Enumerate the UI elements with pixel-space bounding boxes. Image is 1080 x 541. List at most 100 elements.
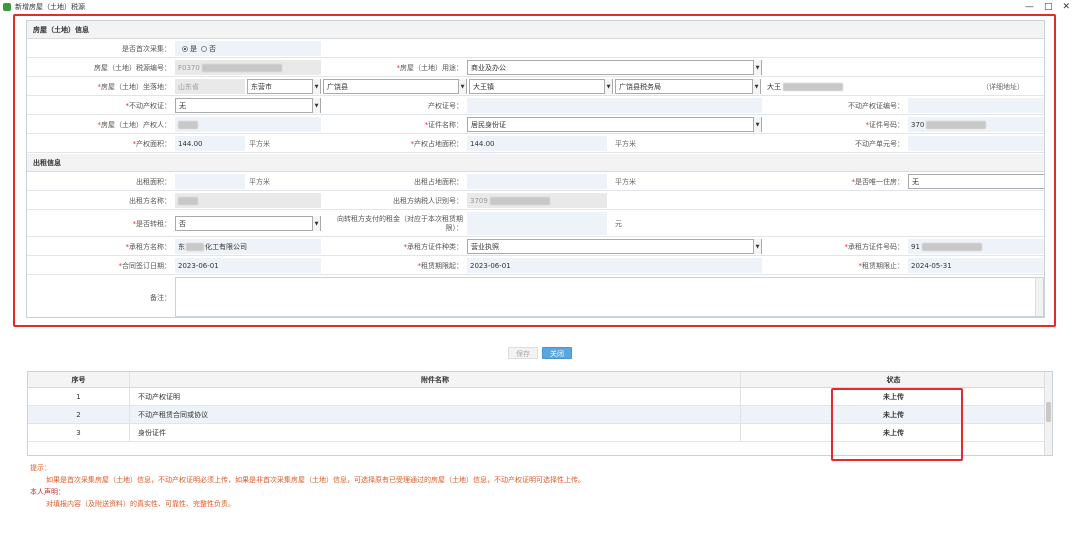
declare-title: 本人声明： — [30, 488, 65, 496]
chevron-down-icon[interactable]: ▼ — [312, 216, 320, 231]
form-highlight-frame: 房屋（土地）信息 是否首次采集： 是 否 房屋（土地）税源编号： F0370 *… — [13, 14, 1056, 327]
chevron-down-icon[interactable]: ▼ — [604, 79, 612, 94]
location-town-select[interactable]: 大王镇 ▼ — [469, 79, 613, 94]
location-city-select[interactable]: 东营市 ▼ — [247, 79, 321, 94]
redacted-block — [178, 196, 198, 205]
location-town-value: 大王镇 — [473, 82, 494, 91]
window-title: 新增房屋（土地）税源 — [15, 2, 85, 11]
cell-no: 1 — [28, 388, 130, 405]
land-area-unit: 平方米 — [615, 139, 636, 148]
lease-area-unit: 平方米 — [249, 177, 270, 186]
scrollbar-thumb[interactable] — [1046, 402, 1051, 422]
status-highlight-frame — [831, 388, 963, 461]
location-detail-value: 大王 — [767, 82, 781, 91]
only-house-label: * 是否唯一住房： — [851, 177, 905, 186]
id-no-label: * 证件号码： — [865, 120, 905, 129]
unit-no-label: 不动产单元号： — [855, 139, 904, 148]
close-button[interactable]: 关闭 — [542, 347, 572, 359]
row-sublet: * 是否转租： 否 ▼ 向转租方支付的租金（对应于本次租赁期限）： 元 — [27, 211, 1044, 237]
only-house-select[interactable]: 无 ▼ — [908, 174, 1044, 189]
contract-date-value: 2023-06-01 — [178, 261, 219, 270]
ownership-cert-input[interactable] — [467, 98, 762, 113]
maximize-icon[interactable]: □ — [1044, 2, 1053, 12]
location-label: * 房屋（土地）坐落地： — [97, 82, 172, 91]
lease-end-label: * 租赁期限止： — [858, 261, 905, 270]
save-button[interactable]: 保存 — [508, 347, 538, 359]
row-remark: 备注： — [27, 276, 1044, 317]
location-detail-input[interactable]: 大王 — [764, 79, 974, 94]
chevron-down-icon[interactable]: ▼ — [753, 60, 761, 75]
lease-area-label: 出租面积： — [136, 177, 171, 186]
chevron-down-icon[interactable]: ▼ — [753, 117, 761, 132]
row-area: * 产权面积： 144.00 平方米 * 产权占地面积： 144.00 平方米 不动… — [27, 135, 1044, 153]
chevron-down-icon[interactable]: ▼ — [312, 98, 320, 113]
lessee-id-type-select[interactable]: 营业执照 ▼ — [467, 239, 762, 254]
col-header-no: 序号 — [28, 372, 130, 387]
lessee-id-no-value: 91 — [911, 242, 920, 251]
id-no-input[interactable]: 370 — [908, 117, 1044, 132]
chevron-down-icon[interactable]: ▼ — [753, 239, 761, 254]
close-icon[interactable]: ✕ — [1062, 2, 1070, 12]
first-collect-no-radio[interactable] — [201, 45, 207, 52]
table-header: 序号 附件名称 状态 — [28, 372, 1046, 388]
location-district-select[interactable]: 广饶县 ▼ — [323, 79, 467, 94]
lease-end-input[interactable]: 2024-05-31 — [908, 258, 1044, 273]
remark-textarea[interactable] — [175, 277, 1044, 317]
row-owner: * 房屋（土地）产权人： * 证件名称： 居民身份证 ▼ * 证件号码： 370 — [27, 116, 1044, 134]
unit-no-input[interactable] — [908, 136, 1044, 151]
remark-label: 备注： — [150, 293, 171, 302]
usage-select[interactable]: 商业及办公 ▼ — [467, 60, 762, 75]
location-city-value: 东营市 — [251, 82, 272, 91]
redacted-block — [186, 242, 204, 251]
chevron-down-icon[interactable]: ▼ — [312, 79, 320, 94]
owner-label: * 房屋（土地）产权人： — [97, 120, 172, 129]
first-collect-radios: 是 否 — [175, 41, 321, 56]
usage-value: 商业及办公 — [471, 63, 506, 72]
sublet-select[interactable]: 否 ▼ — [175, 216, 321, 231]
col-header-status: 状态 — [886, 375, 901, 384]
chevron-down-icon[interactable]: ▼ — [458, 79, 466, 94]
remark-scrollbar[interactable] — [1035, 278, 1043, 316]
location-district-value: 广饶县 — [327, 82, 348, 91]
lessee-id-no-input[interactable]: 91 — [908, 239, 1044, 254]
table-scrollbar[interactable] — [1044, 372, 1052, 455]
col-header-name: 附件名称 — [130, 372, 741, 387]
first-collect-yes-radio[interactable] — [182, 45, 188, 52]
contract-date-label: * 合同签订日期： — [118, 261, 172, 270]
declare-body: 对填报内容（及附送资料）的真实性、可靠性、完整性负责。 — [46, 500, 235, 508]
contract-date-input[interactable]: 2023-06-01 — [175, 258, 321, 273]
cert-select[interactable]: 无 ▼ — [175, 98, 321, 113]
lease-start-input[interactable]: 2023-06-01 — [467, 258, 762, 273]
lease-land-area-input[interactable] — [467, 174, 607, 189]
chevron-down-icon[interactable]: ▼ — [752, 79, 760, 94]
realestate-cert-input[interactable] — [908, 98, 1044, 113]
redacted-block — [201, 63, 282, 72]
row-lessee: * 承租方名称： 东 化工有限公司 * 承租方证件种类： 营业执照 ▼ * 承租方证件… — [27, 238, 1044, 256]
owner-input[interactable] — [175, 117, 321, 132]
lessor-taxid-label: 出租方纳税人识别号： — [393, 196, 463, 205]
row-cert: * 不动产权证： 无 ▼ 产权证号： 不动产权证编号： — [27, 97, 1044, 115]
land-area-input[interactable]: 144.00 — [467, 136, 607, 151]
area-input[interactable]: 144.00 — [175, 136, 245, 151]
tax-source-no-value: F0370 — [178, 63, 200, 72]
cert-value: 无 — [179, 101, 186, 110]
tax-source-no-field[interactable]: F0370 — [175, 60, 321, 75]
id-type-select[interactable]: 居民身份证 ▼ — [467, 117, 762, 132]
sublet-fee-input[interactable] — [467, 212, 607, 235]
lessee-name-prefix: 东 — [178, 242, 185, 251]
cell-name: 不动产权证明 — [130, 388, 741, 405]
only-house-value: 无 — [912, 177, 919, 186]
lease-area-input[interactable] — [175, 174, 245, 189]
lessee-id-no-label: * 承租方证件号码： — [844, 242, 905, 251]
cert-label: * 不动产权证： — [125, 101, 172, 110]
id-type-label: * 证件名称： — [424, 120, 464, 129]
location-taxoffice-select[interactable]: 广饶县税务局 ▼ — [615, 79, 761, 94]
cell-no: 2 — [28, 406, 130, 423]
lessee-name-input[interactable]: 东 化工有限公司 — [175, 239, 321, 254]
minimize-icon[interactable]: — — [1025, 2, 1034, 12]
lessor-name-field — [175, 193, 321, 208]
realestate-cert-label: 不动产权证编号： — [848, 101, 904, 110]
location-taxoffice-value: 广饶县税务局 — [619, 82, 661, 91]
id-no-value: 370 — [911, 120, 925, 129]
cell-name: 不动产租赁合同或协议 — [130, 406, 741, 423]
